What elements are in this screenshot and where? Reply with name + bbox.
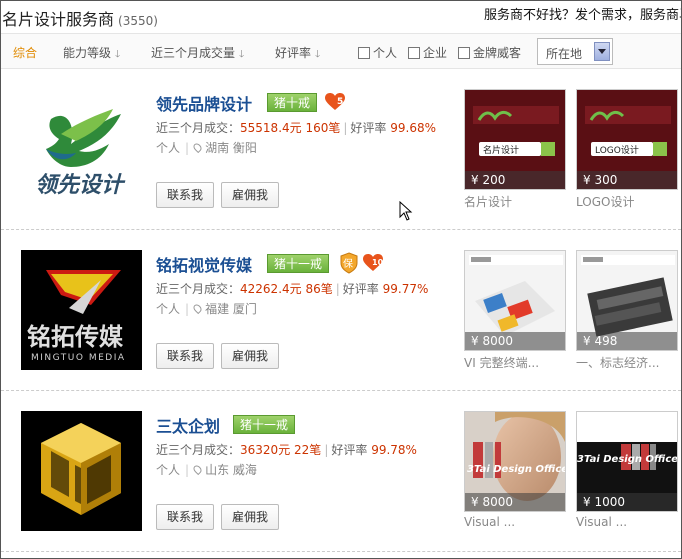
filter-bar: 综合 能力等级 🡓 近三个月成交量 🡓 好评率 🡓 个人 企业 金牌威客 所在地 (1, 33, 681, 69)
location-info: 个人 | 福建 厦门 (156, 302, 257, 316)
sales-info: 近三个月成交：36320元 22笔 | 好评率 99.78% (156, 443, 417, 457)
shield-icon: 保 (340, 252, 358, 274)
location-info: 个人 | 湖南 衡阳 (156, 141, 257, 155)
work-label[interactable]: LOGO设计 (576, 193, 681, 210)
location-pin-icon (191, 463, 204, 476)
hire-button[interactable]: 雇佣我 (221, 182, 279, 208)
work-thumbnail[interactable]: 名片设计 ¥ 200 (464, 89, 566, 190)
contact-button[interactable]: 联系我 (156, 504, 214, 530)
page: 名片设计服务商(3550) 服务商不好找？发个需求，服务商马上 综合 能力等级🡓… (0, 0, 682, 559)
hire-button[interactable]: 雇佣我 (221, 343, 279, 369)
sort-ability-level[interactable]: 能力等级 🡓 (63, 44, 120, 64)
provider-card: 领先设计 领先品牌设计 猪十戒 5 近三个月成交：55518.4元 160笔 | 好… (1, 69, 681, 229)
svg-text:铭拓传媒: 铭拓传媒 (27, 323, 124, 351)
hire-button[interactable]: 雇佣我 (221, 504, 279, 530)
provider-logo[interactable]: 铭拓传媒 MINGTUO MEDIA (21, 250, 142, 370)
svg-text:3Tai Design Office: 3Tai Design Office (577, 454, 678, 465)
checkbox-gold-witkey[interactable]: 金牌威客 (458, 44, 521, 61)
work-price: ¥ 8000 (465, 493, 565, 511)
checkbox-personal[interactable]: 个人 (358, 44, 397, 61)
work-thumbnail[interactable]: ¥ 8000 (464, 250, 566, 351)
checkbox-box[interactable] (408, 47, 420, 59)
sort-rating[interactable]: 好评率 🡓 (275, 44, 320, 64)
svg-text:3Tai Design Office: 3Tai Design Office (467, 464, 566, 475)
contact-button[interactable]: 联系我 (156, 182, 214, 208)
heart-icon: 10 (363, 254, 384, 271)
page-title: 名片设计服务商 (3550) (2, 10, 158, 29)
checkbox-box[interactable] (458, 47, 470, 59)
result-count: (3550) (118, 14, 158, 28)
divider (1, 551, 681, 552)
work-label[interactable]: VI 完整终端... (464, 354, 569, 371)
provider-name[interactable]: 领先品牌设计 (156, 91, 252, 115)
svg-text:LOGO设计: LOGO设计 (595, 144, 639, 156)
provider-logo[interactable] (21, 411, 142, 531)
sort-sales-volume[interactable]: 近三个月成交量 🡓 (151, 44, 244, 64)
arrow-down-icon: 🡓 (315, 49, 321, 60)
svg-text:名片设计: 名片设计 (483, 144, 519, 156)
location-info: 个人 | 山东 威海 (156, 463, 257, 477)
mouse-cursor-icon (399, 201, 413, 221)
page-header: 名片设计服务商(3550) 服务商不好找？发个需求，服务商马上 (1, 1, 681, 33)
contact-button[interactable]: 联系我 (156, 343, 214, 369)
work-label[interactable]: 名片设计 (464, 193, 569, 210)
work-label[interactable]: Visual ... (576, 515, 681, 529)
work-thumbnail[interactable]: ¥ 498 (576, 250, 678, 351)
provider-name[interactable]: 三太企划 (156, 413, 220, 437)
work-label[interactable]: Visual ... (464, 515, 569, 529)
work-price: ¥ 1000 (577, 493, 677, 511)
heart-icon: 5 (325, 93, 345, 110)
chevron-down-icon[interactable] (594, 42, 610, 61)
svg-text:保: 保 (343, 257, 353, 270)
provider-logo[interactable]: 领先设计 (21, 89, 142, 209)
sort-overall[interactable]: 综合 (13, 44, 37, 61)
work-price: ¥ 8000 (465, 332, 565, 350)
work-thumbnail[interactable]: 3Tai Design Office ¥ 1000 (576, 411, 678, 512)
level-badge: 猪十一戒 (267, 254, 330, 273)
work-price: ¥ 498 (577, 332, 677, 350)
svg-text:10: 10 (372, 258, 384, 267)
arrow-down-icon: 🡓 (239, 49, 245, 60)
location-pin-icon (191, 141, 204, 154)
work-price: ¥ 300 (577, 171, 677, 189)
provider-name[interactable]: 铭拓视觉传媒 (156, 252, 252, 276)
svg-text:5: 5 (337, 97, 343, 107)
level-badge: 猪十一戒 (233, 415, 296, 434)
checkbox-box[interactable] (358, 47, 370, 59)
provider-card: 铭拓传媒 MINGTUO MEDIA 铭拓视觉传媒 猪十一戒 保 10 近三个月… (1, 230, 681, 390)
sales-info: 近三个月成交：55518.4元 160笔 | 好评率 99.68% (156, 121, 437, 135)
sales-info: 近三个月成交：42262.4元 86笔 | 好评率 99.77% (156, 282, 429, 296)
checkbox-enterprise[interactable]: 企业 (408, 44, 447, 61)
location-pin-icon (191, 302, 204, 315)
work-thumbnail[interactable]: LOGO设计 ¥ 300 (576, 89, 678, 190)
provider-card: 三太企划 猪十一戒 近三个月成交：36320元 22笔 | 好评率 99.78% 个… (1, 391, 681, 551)
arrow-down-icon: 🡓 (115, 49, 121, 60)
work-label[interactable]: 一、标志经济... (576, 354, 681, 371)
level-badge: 猪十戒 (267, 93, 318, 112)
svg-text:领先设计: 领先设计 (35, 173, 126, 198)
work-thumbnail[interactable]: 3Tai Design Office ¥ 8000 (464, 411, 566, 512)
location-select[interactable]: 所在地 (537, 38, 613, 65)
svg-text:MINGTUO MEDIA: MINGTUO MEDIA (31, 353, 126, 363)
promo-link[interactable]: 服务商不好找？发个需求，服务商马上 (484, 4, 681, 23)
work-price: ¥ 200 (465, 171, 565, 189)
